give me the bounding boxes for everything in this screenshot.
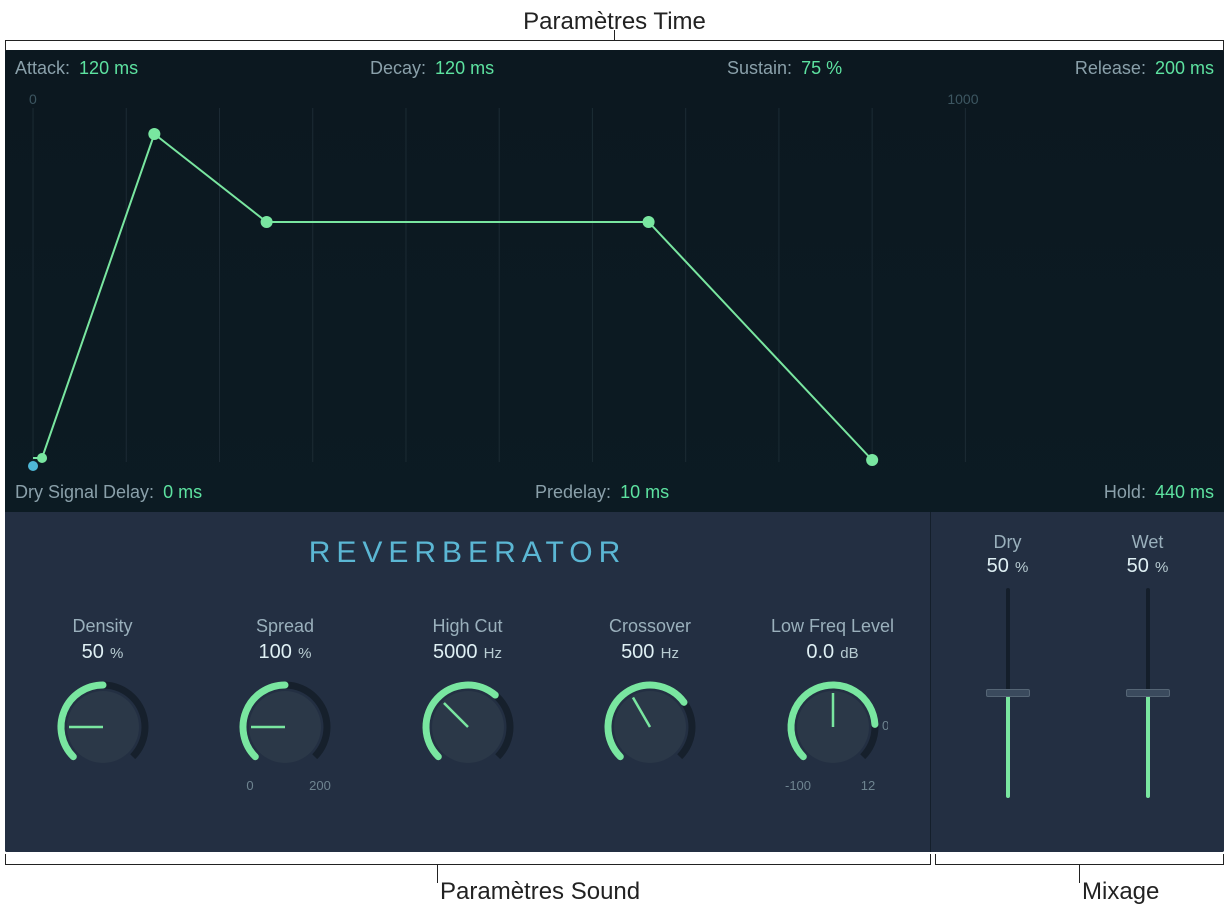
slider-wet-label: Wet (1098, 532, 1198, 553)
slider-dry-fill (1006, 693, 1010, 798)
knob-density-label: Density (18, 616, 188, 637)
axis-end: 1000 (947, 92, 978, 107)
param-attack[interactable]: Attack: 120 ms (15, 58, 138, 79)
knob-lowfreq-label: Low Freq Level (748, 616, 918, 637)
param-dry-delay[interactable]: Dry Signal Delay: 0 ms (15, 482, 202, 503)
envelope-node-release[interactable] (866, 454, 878, 466)
param-decay[interactable]: Decay: 120 ms (370, 58, 494, 79)
plugin-title: REVERBERATOR (5, 536, 930, 570)
knob-lowfreq-value: 0.0 dB (748, 641, 918, 664)
knob-highcut[interactable]: High Cut 5000 Hz (383, 616, 553, 794)
svg-text:0: 0 (246, 778, 253, 793)
param-predelay[interactable]: Predelay: 10 ms (535, 482, 669, 503)
annotation-mix: Mixage (1082, 878, 1159, 906)
knob-crossover-value: 500 Hz (565, 641, 735, 664)
axis-start: 0 (29, 92, 37, 107)
envelope-node-decay[interactable] (261, 216, 273, 228)
svg-text:0: 0 (882, 718, 888, 733)
slider-wet-fill (1146, 693, 1150, 798)
bracket-time (5, 40, 1224, 50)
knob-density[interactable]: Density 50 % (18, 616, 188, 794)
bracket-time-stem (614, 30, 615, 40)
slider-dry[interactable]: Dry 50 % (958, 532, 1058, 852)
mix-panel: Dry 50 % Wet 50 % (931, 512, 1224, 852)
svg-text:200: 200 (309, 778, 331, 793)
svg-text:12: 12 (860, 778, 874, 793)
slider-dry-thumb[interactable] (986, 689, 1030, 697)
bracket-mix-stem (1079, 865, 1080, 883)
knob-crossover-label: Crossover (565, 616, 735, 637)
knob-lowfreq[interactable]: Low Freq Level 0.0 dB 0 -100 12 (748, 616, 918, 794)
slider-dry-track[interactable] (1006, 588, 1010, 798)
envelope-node-sustain[interactable] (643, 216, 655, 228)
slider-wet[interactable]: Wet 50 % (1098, 532, 1198, 852)
lower-panel: REVERBERATOR Density 50 % Spread 100 % 0… (5, 512, 1224, 852)
slider-dry-label: Dry (958, 532, 1058, 553)
envelope-curve[interactable] (33, 134, 872, 460)
param-hold[interactable]: Hold: 440 ms (1104, 482, 1214, 503)
envelope-graph[interactable]: 0 1000 (23, 92, 1206, 478)
bracket-sound-stem (437, 865, 438, 883)
envelope-panel: Attack: 120 ms Decay: 120 ms Sustain: 75… (5, 50, 1224, 512)
knob-density-value: 50 % (18, 641, 188, 664)
plugin-window: Attack: 120 ms Decay: 120 ms Sustain: 75… (5, 50, 1224, 852)
sound-panel: REVERBERATOR Density 50 % Spread 100 % 0… (5, 512, 931, 852)
knob-spread-value: 100 % (200, 641, 370, 664)
envelope-node-attack[interactable] (148, 128, 160, 140)
param-sustain[interactable]: Sustain: 75 % (727, 58, 842, 79)
slider-wet-track[interactable] (1146, 588, 1150, 798)
slider-dry-value: 50 % (958, 555, 1058, 578)
knob-highcut-label: High Cut (383, 616, 553, 637)
envelope-node-predelay[interactable] (37, 453, 47, 463)
envelope-node-start[interactable] (28, 461, 38, 471)
svg-text:-100: -100 (784, 778, 810, 793)
slider-wet-thumb[interactable] (1126, 689, 1170, 697)
bracket-sound (5, 855, 931, 865)
knob-crossover[interactable]: Crossover 500 Hz (565, 616, 735, 794)
knob-spread[interactable]: Spread 100 % 0 200 (200, 616, 370, 794)
knob-spread-label: Spread (200, 616, 370, 637)
bracket-mix (935, 855, 1224, 865)
slider-wet-value: 50 % (1098, 555, 1198, 578)
knob-highcut-value: 5000 Hz (383, 641, 553, 664)
param-release[interactable]: Release: 200 ms (1075, 58, 1214, 79)
annotation-sound: Paramètres Sound (440, 878, 640, 906)
